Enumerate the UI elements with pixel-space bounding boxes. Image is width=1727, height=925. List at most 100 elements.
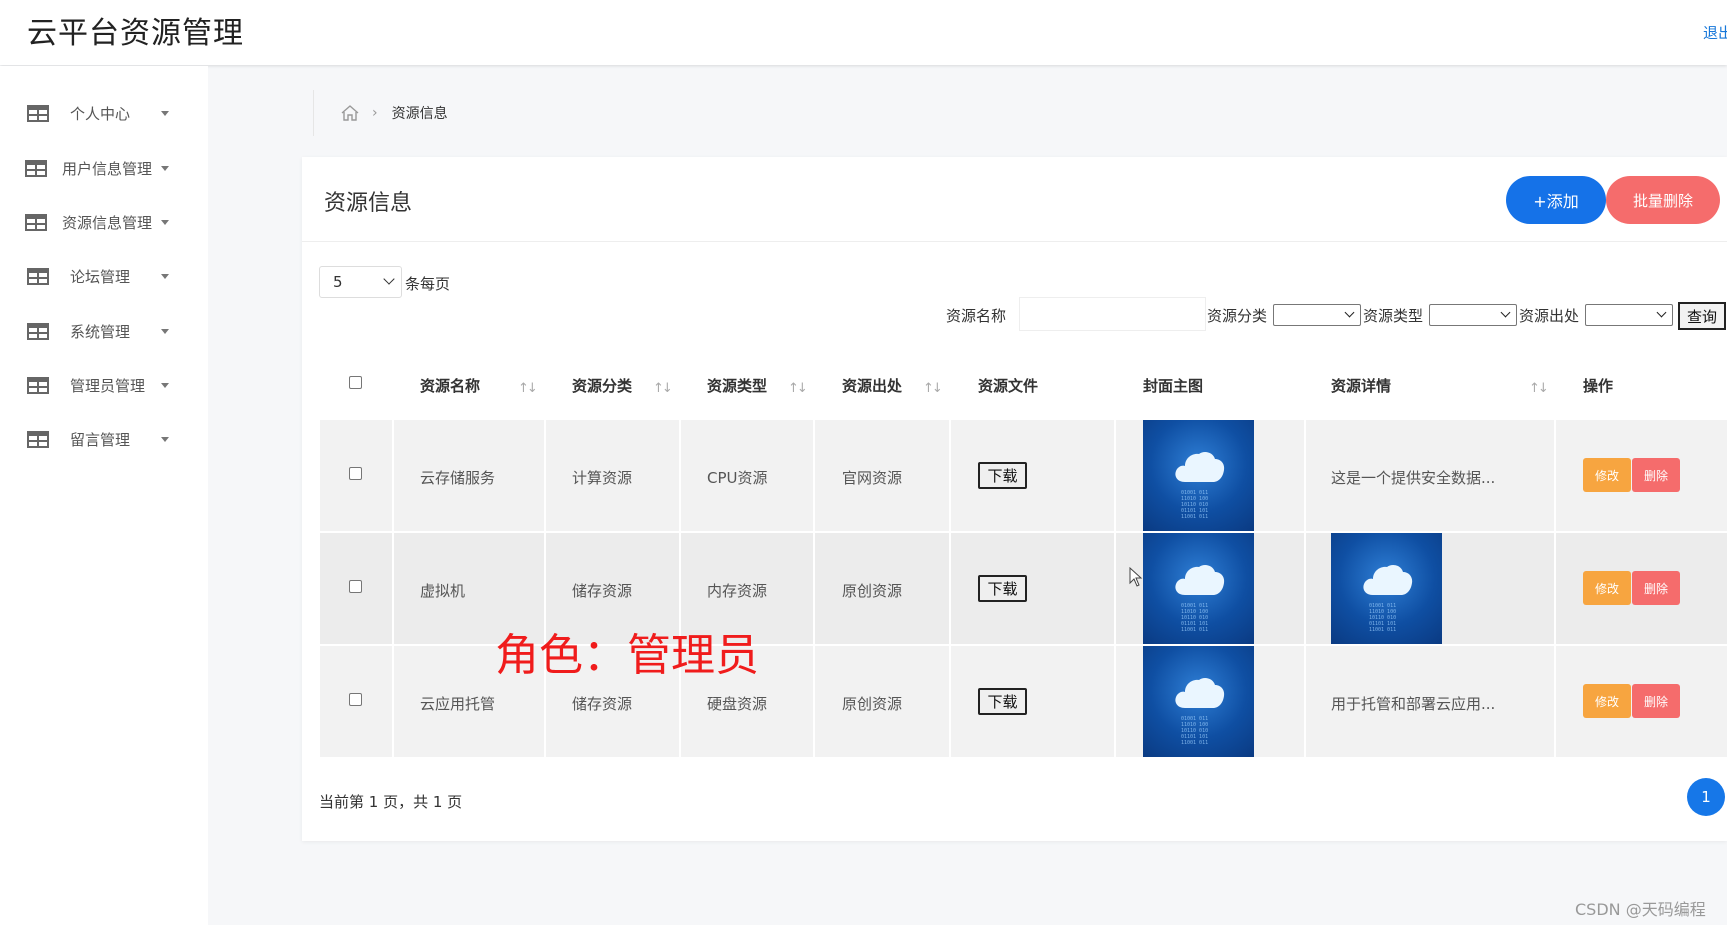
resource-name: 云存储服务: [420, 469, 496, 487]
resource-source: 原创资源: [842, 582, 903, 600]
breadcrumb-current: 资源信息: [391, 106, 448, 122]
sidebar: 个人中心 用户信息管理 资源信息管理 论坛管理 系统管理 管理员管理 留言管理: [0, 66, 208, 925]
resource-source: 原创资源: [842, 695, 903, 713]
category-select[interactable]: [1273, 304, 1361, 326]
table-cell: [951, 533, 1114, 644]
table-cell: [951, 420, 1114, 531]
column-header-category[interactable]: 资源分类: [572, 375, 632, 396]
download-button[interactable]: 下载: [978, 688, 1027, 715]
sort-icon[interactable]: ↑↓: [653, 381, 673, 396]
column-header-actions: 操作: [1583, 377, 1614, 395]
sort-icon[interactable]: ↑↓: [1529, 381, 1549, 396]
sort-icon[interactable]: ↑↓: [923, 381, 943, 396]
cover-image[interactable]: 01001 011 11010 100 10110 010 01101 101 …: [1143, 420, 1254, 531]
caret-down-icon: [161, 219, 169, 225]
column-header-name[interactable]: 资源名称: [420, 375, 480, 396]
caret-down-icon: [161, 165, 169, 171]
row-checkbox[interactable]: [349, 467, 362, 480]
table-icon: [27, 376, 49, 394]
table-icon: [27, 322, 49, 340]
app-title: 云平台资源管理: [27, 16, 244, 51]
binary-texture: 01001 011 11010 100 10110 010 01101 101 …: [1181, 490, 1209, 520]
sidebar-item-personal-center[interactable]: 个人中心: [0, 93, 208, 133]
binary-texture: 01001 011 11010 100 10110 010 01101 101 …: [1181, 603, 1209, 633]
resource-type: CPU资源: [707, 469, 768, 487]
source-select[interactable]: [1585, 304, 1673, 326]
delete-button[interactable]: 删除: [1632, 458, 1680, 492]
sidebar-item-resource-info[interactable]: 资源信息管理: [0, 202, 208, 242]
row-checkbox[interactable]: [349, 580, 362, 593]
page-size-label: 条每页: [405, 275, 451, 293]
cover-image[interactable]: 01001 011 11010 100 10110 010 01101 101 …: [1143, 533, 1254, 644]
binary-texture: 01001 011 11010 100 10110 010 01101 101 …: [1369, 603, 1397, 633]
cover-image[interactable]: 01001 011 11010 100 10110 010 01101 101 …: [1143, 646, 1254, 757]
row-checkbox[interactable]: [349, 693, 362, 706]
sidebar-item-label: 管理员管理: [70, 376, 146, 395]
type-select[interactable]: [1429, 304, 1517, 326]
resource-panel: 资源信息 +添加 批量删除 5 条每页 资源名称 资源分类 资源类型 资源出处 …: [302, 157, 1727, 841]
resource-source: 官网资源: [842, 469, 903, 487]
sort-icon[interactable]: ↑↓: [518, 381, 538, 396]
delete-button[interactable]: 删除: [1632, 684, 1680, 718]
detail-image[interactable]: 01001 011 11010 100 10110 010 01101 101 …: [1331, 533, 1442, 644]
add-button[interactable]: +添加: [1506, 176, 1606, 224]
sidebar-item-label: 个人中心: [70, 104, 131, 123]
divider: [302, 241, 1727, 242]
column-header-file: 资源文件: [978, 377, 1039, 395]
edit-button[interactable]: 修改: [1583, 684, 1631, 718]
table-icon: [27, 267, 49, 285]
logout-link[interactable]: 退出: [1703, 22, 1727, 43]
sidebar-item-admin[interactable]: 管理员管理: [0, 365, 208, 405]
resource-type: 内存资源: [707, 582, 768, 600]
search-name-label: 资源名称: [946, 307, 1007, 325]
resource-type: 硬盘资源: [707, 695, 768, 713]
sidebar-item-label: 用户信息管理: [62, 159, 153, 178]
caret-down-icon: [161, 110, 169, 116]
chevron-down-icon: [1344, 307, 1355, 318]
cloud-icon: [1175, 451, 1225, 482]
cloud-icon: [1363, 564, 1413, 595]
sidebar-item-user-info[interactable]: 用户信息管理: [0, 148, 208, 188]
cloud-icon: [1175, 677, 1225, 708]
sidebar-item-label: 论坛管理: [70, 267, 131, 286]
column-header-source[interactable]: 资源出处: [842, 375, 902, 396]
resource-name: 虚拟机: [420, 582, 466, 600]
column-header-type[interactable]: 资源类型: [707, 375, 767, 396]
top-bar: 云平台资源管理 退出: [0, 0, 1727, 65]
chevron-down-icon: [383, 273, 395, 285]
page-button[interactable]: 1: [1687, 778, 1725, 816]
select-all-checkbox[interactable]: [349, 376, 362, 389]
search-type-label: 资源类型: [1363, 307, 1424, 325]
query-button[interactable]: 查询: [1678, 302, 1726, 330]
batch-delete-button[interactable]: 批量删除: [1606, 176, 1720, 224]
resource-category: 储存资源: [572, 695, 633, 713]
sidebar-item-forum[interactable]: 论坛管理: [0, 256, 208, 296]
search-category-label: 资源分类: [1207, 307, 1268, 325]
table-icon: [27, 430, 49, 448]
chevron-down-icon: [1656, 307, 1667, 318]
delete-button[interactable]: 删除: [1632, 571, 1680, 605]
table-icon: [25, 213, 47, 231]
role-annotation: 角色：管理员: [495, 630, 759, 681]
sort-icon[interactable]: ↑↓: [788, 381, 808, 396]
search-name-input[interactable]: [1019, 297, 1206, 331]
edit-button[interactable]: 修改: [1583, 458, 1631, 492]
home-icon[interactable]: [340, 104, 360, 122]
edit-button[interactable]: 修改: [1583, 571, 1631, 605]
sidebar-item-system[interactable]: 系统管理: [0, 311, 208, 351]
sidebar-item-label: 留言管理: [70, 430, 131, 449]
search-source-label: 资源出处: [1519, 307, 1580, 325]
resource-detail: 用于托管和部署云应用...: [1331, 695, 1496, 713]
download-button[interactable]: 下载: [978, 575, 1027, 602]
caret-down-icon: [161, 436, 169, 442]
cloud-icon: [1175, 564, 1225, 595]
sidebar-item-label: 资源信息管理: [62, 213, 153, 232]
table-icon: [25, 159, 47, 177]
column-header-cover: 封面主图: [1143, 377, 1204, 395]
sidebar-item-messages[interactable]: 留言管理: [0, 419, 208, 459]
chevron-down-icon: [1500, 307, 1511, 318]
download-button[interactable]: 下载: [978, 462, 1027, 489]
page-size-select[interactable]: 5: [319, 266, 402, 298]
page-size-value: 5: [333, 273, 343, 291]
binary-texture: 01001 011 11010 100 10110 010 01101 101 …: [1181, 716, 1209, 746]
